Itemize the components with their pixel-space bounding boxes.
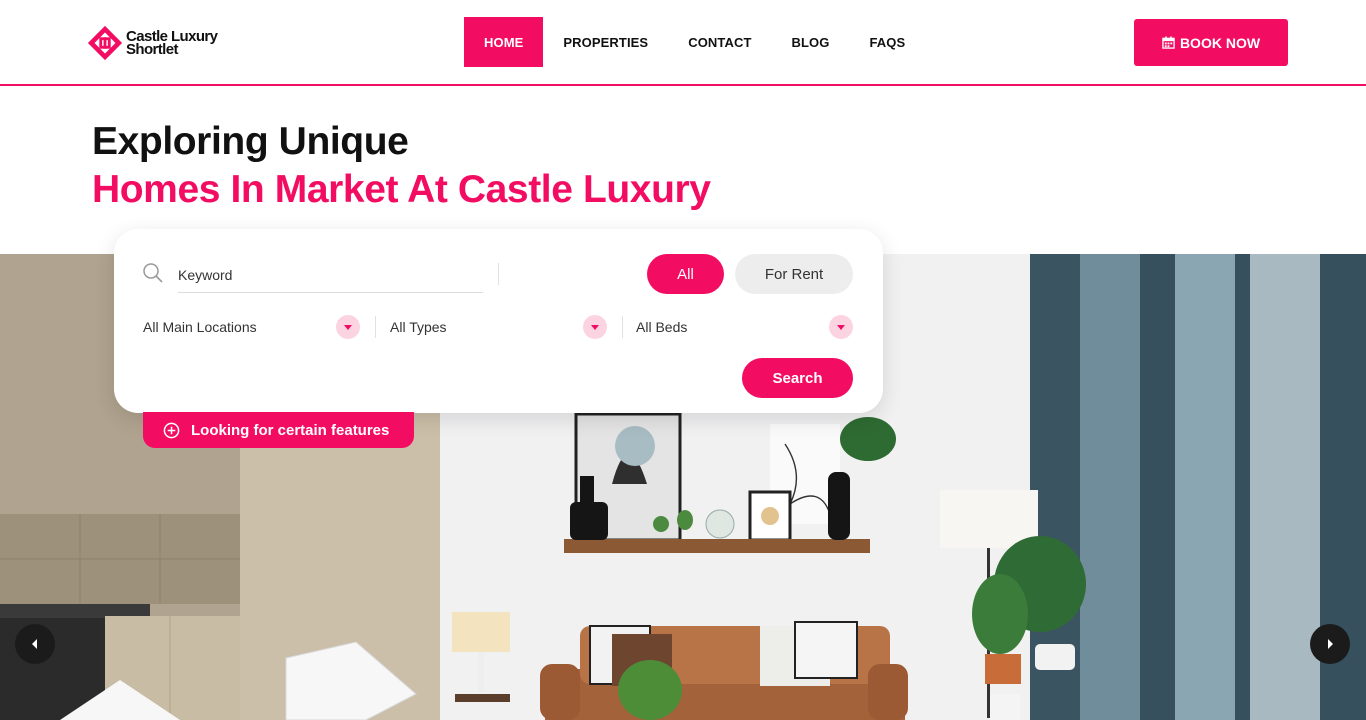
chevron-down-icon <box>829 315 853 339</box>
plus-circle-icon <box>163 422 180 438</box>
select-divider <box>375 316 376 338</box>
brand-logo[interactable]: Castle Luxury Shortlet <box>86 24 236 62</box>
type-select[interactable]: All Types <box>390 314 607 340</box>
nav-blog[interactable]: BLOG <box>772 17 850 67</box>
status-tab-for-rent[interactable]: For Rent <box>735 254 853 294</box>
search-submit-button[interactable]: Search <box>742 358 853 398</box>
keyword-input[interactable] <box>178 257 483 293</box>
location-select-value: All Main Locations <box>143 319 257 335</box>
chevron-down-icon <box>336 315 360 339</box>
chevron-right-icon <box>1328 639 1333 649</box>
status-tab-all[interactable]: All <box>647 254 724 294</box>
book-now-label: BOOK NOW <box>1179 34 1261 51</box>
keyword-divider <box>498 263 499 285</box>
chevron-left-icon <box>32 639 37 649</box>
magnifier-icon <box>143 263 163 283</box>
calendar-icon <box>1162 36 1175 49</box>
nav-faqs[interactable]: FAQS <box>849 17 925 67</box>
location-select[interactable]: All Main Locations <box>143 314 360 340</box>
hero-title-line2: Homes In Market At Castle Luxury <box>92 168 711 211</box>
certain-features-label: Looking for certain features <box>191 421 390 439</box>
slider-next-button[interactable] <box>1310 624 1350 664</box>
main-nav: HOME PROPERTIES CONTACT BLOG FAQS <box>464 17 925 67</box>
book-now-button[interactable]: BOOK NOW <box>1134 19 1288 66</box>
chevron-down-icon <box>583 315 607 339</box>
hero-title: Exploring Unique Homes In Market At Cast… <box>92 118 711 214</box>
hero-title-line1: Exploring Unique <box>92 120 409 163</box>
site-header: Castle Luxury Shortlet HOME PROPERTIES C… <box>0 0 1366 86</box>
beds-select[interactable]: All Beds <box>636 314 853 340</box>
nav-home[interactable]: HOME <box>464 17 544 67</box>
select-divider <box>622 316 623 338</box>
certain-features-toggle[interactable]: Looking for certain features <box>143 412 414 448</box>
slider-prev-button[interactable] <box>15 624 55 664</box>
brand-name: Castle Luxury Shortlet <box>126 29 218 57</box>
nav-properties[interactable]: PROPERTIES <box>543 17 668 67</box>
beds-select-value: All Beds <box>636 319 688 335</box>
property-search-card: All For Rent All Main Locations All Type… <box>114 229 883 413</box>
nav-contact[interactable]: CONTACT <box>668 17 771 67</box>
type-select-value: All Types <box>390 319 447 335</box>
brand-logo-mark <box>87 25 123 61</box>
